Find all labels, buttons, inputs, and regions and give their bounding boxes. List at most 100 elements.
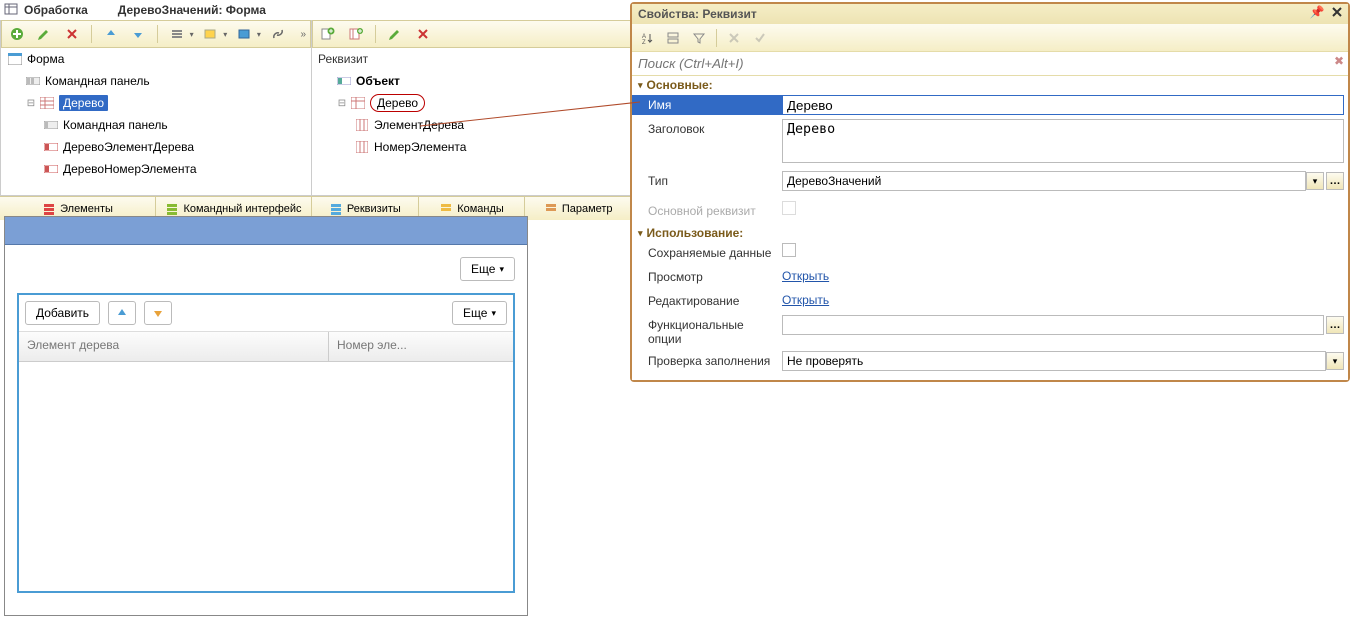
tab-label: Командный интерфейс — [183, 203, 301, 215]
svg-text:Z: Z — [642, 40, 646, 45]
dropdown-icon[interactable]: ▾ — [223, 30, 227, 39]
stack-icon — [439, 202, 453, 216]
tree-item-eldereva[interactable]: ЭлементДерева — [312, 114, 631, 136]
stack-icon — [544, 202, 558, 216]
section-main[interactable]: Основные: — [632, 76, 1348, 94]
tree-label: ЭлементДерева — [374, 118, 464, 132]
list-button[interactable] — [166, 23, 188, 45]
prop-title-input[interactable] — [782, 119, 1344, 163]
tree-item-nomel[interactable]: НомерЭлемента — [312, 136, 631, 158]
search-input[interactable] — [632, 52, 1348, 75]
prop-type-select[interactable]: ДеревоЗначений — [782, 171, 1306, 191]
window-title-main: Обработка — [24, 3, 88, 17]
ellipsis-button[interactable]: … — [1326, 172, 1344, 190]
add-req-button[interactable] — [317, 23, 339, 45]
move-down-button[interactable] — [127, 23, 149, 45]
tab-label: Реквизиты — [347, 203, 401, 215]
prop-check-label: Проверка заполнения — [632, 351, 782, 371]
sort-button[interactable]: AZ — [636, 27, 658, 49]
move-up-button[interactable] — [100, 23, 122, 45]
tab-label: Команды — [457, 203, 504, 215]
btn-label: Добавить — [36, 306, 89, 320]
panel-yellow-button[interactable] — [200, 23, 222, 45]
delete-button[interactable] — [61, 23, 83, 45]
stack-icon — [329, 202, 343, 216]
link-button[interactable] — [267, 23, 289, 45]
tab-params[interactable]: Параметр — [525, 196, 632, 220]
ok-button[interactable] — [749, 27, 771, 49]
more-button[interactable]: Еще▾ — [452, 301, 507, 325]
dropdown-button[interactable]: ▾ — [1326, 352, 1344, 370]
mainreq-checkbox — [782, 201, 796, 215]
categories-button[interactable] — [662, 27, 684, 49]
panel-blue-button[interactable] — [233, 23, 255, 45]
prop-title-label: Заголовок — [632, 119, 782, 139]
tree-item-tree-req[interactable]: ⊟ Дерево — [312, 92, 631, 114]
column-header-element[interactable]: Элемент дерева — [19, 332, 329, 361]
stack-icon — [42, 202, 56, 216]
tree-item-tree[interactable]: ⊟ Дерево — [1, 92, 311, 114]
tree-item-number[interactable]: ДеревоНомерЭлемента — [1, 158, 311, 180]
check-select[interactable]: Не проверять — [782, 351, 1326, 371]
tree-item-cmdpanel2[interactable]: Командная панель — [1, 114, 311, 136]
section-usage[interactable]: Использование: — [632, 224, 1348, 242]
prop-saved-label: Сохраняемые данные — [632, 243, 782, 263]
add-row-button[interactable]: Добавить — [25, 301, 100, 325]
column-header-number[interactable]: Номер эле... — [329, 332, 513, 361]
table-body[interactable] — [19, 362, 513, 591]
tree-label: Дерево — [370, 94, 425, 112]
move-up-button[interactable] — [108, 301, 136, 325]
form-icon — [7, 52, 23, 66]
tree-item-form[interactable]: Форма — [1, 48, 311, 70]
tree-label: НомерЭлемента — [374, 140, 466, 154]
collapse-icon[interactable]: ⊟ — [336, 97, 348, 109]
add-button[interactable] — [6, 23, 28, 45]
dropdown-icon[interactable]: ▾ — [257, 30, 261, 39]
delete-req-button[interactable] — [412, 23, 434, 45]
column-icon — [354, 140, 370, 154]
clear-search-icon[interactable]: ✖ — [1334, 54, 1344, 68]
tree-label: ДеревоНомерЭлемента — [63, 162, 197, 176]
preview-titlebar — [5, 217, 527, 245]
tab-label: Элементы — [60, 203, 113, 215]
move-down-button[interactable] — [144, 301, 172, 325]
field-icon — [43, 162, 59, 176]
tree-item-object[interactable]: Объект — [312, 70, 631, 92]
select-value: Не проверять — [787, 354, 863, 368]
window-title-sub: ДеревоЗначений: Форма — [118, 3, 266, 17]
tree-item-cmdpanel[interactable]: Командная панель — [1, 70, 311, 92]
edit-link[interactable]: Открыть — [782, 291, 829, 309]
stack-icon — [165, 202, 179, 216]
field-icon — [336, 74, 352, 88]
delete-prop-button[interactable] — [723, 27, 745, 49]
ellipsis-button[interactable]: … — [1326, 316, 1344, 334]
view-link[interactable]: Открыть — [782, 267, 829, 285]
func-select[interactable] — [782, 315, 1324, 335]
edit-button[interactable] — [34, 23, 56, 45]
tree-label: Дерево — [59, 95, 108, 111]
filter-button[interactable] — [688, 27, 710, 49]
tree-label: ДеревоЭлементДерева — [63, 140, 194, 154]
tree-label: Командная панель — [45, 74, 150, 88]
more-button[interactable]: Еще▾ — [460, 257, 515, 281]
prop-edit-label: Редактирование — [632, 291, 782, 311]
tab-label: Параметр — [562, 203, 613, 215]
table-icon — [39, 96, 55, 110]
requisite-header: Реквизит — [312, 48, 631, 70]
more-icon[interactable]: » — [301, 29, 307, 40]
dropdown-icon: ▾ — [499, 264, 504, 275]
close-button[interactable] — [1328, 4, 1346, 20]
saved-checkbox[interactable] — [782, 243, 796, 257]
prop-name-label: Имя — [632, 95, 782, 115]
properties-panel: Свойства: Реквизит 📌 AZ ✖ Основные: Имя … — [630, 2, 1350, 382]
collapse-icon[interactable]: ⊟ — [25, 97, 37, 109]
prop-mainreq-label: Основной реквизит — [632, 201, 782, 221]
pin-button[interactable]: 📌 — [1308, 4, 1326, 20]
edit-req-button[interactable] — [384, 23, 406, 45]
tree-label: Форма — [27, 52, 64, 66]
add-col-button[interactable] — [345, 23, 367, 45]
tree-item-element[interactable]: ДеревоЭлементДерева — [1, 136, 311, 158]
dropdown-button[interactable]: ▾ — [1306, 172, 1324, 190]
prop-name-input[interactable] — [782, 95, 1344, 115]
dropdown-icon[interactable]: ▾ — [190, 30, 194, 39]
